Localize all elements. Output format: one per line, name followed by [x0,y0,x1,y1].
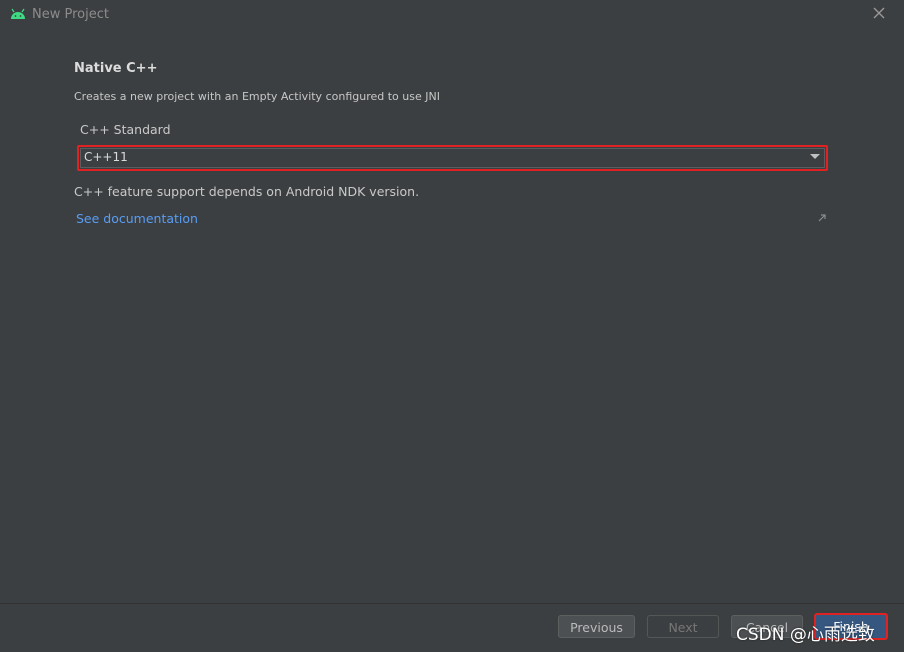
chevron-down-icon [810,154,820,159]
finish-button[interactable]: Finish [814,613,888,640]
cpp-standard-dropdown[interactable]: C++11 [77,145,828,171]
cpp-standard-selected-value: C++11 [84,150,128,164]
window-title: New Project [32,7,109,22]
title-bar: New Project [0,0,904,30]
cancel-button[interactable]: Cancel [731,615,803,638]
next-button[interactable]: Next [647,615,719,638]
see-documentation-link[interactable]: See documentation [76,211,198,226]
close-icon[interactable] [872,6,886,20]
android-icon [11,8,25,19]
ndk-support-hint: C++ feature support depends on Android N… [74,184,420,199]
external-link-icon[interactable] [817,213,827,223]
page-title: Native C++ [74,61,158,76]
dropdown-inner-border [80,148,825,168]
previous-button[interactable]: Previous [558,615,635,638]
cpp-standard-label: C++ Standard [80,122,171,137]
template-description: Creates a new project with an Empty Acti… [74,90,440,103]
new-project-dialog: New Project Native C++ Creates a new pro… [0,0,904,652]
